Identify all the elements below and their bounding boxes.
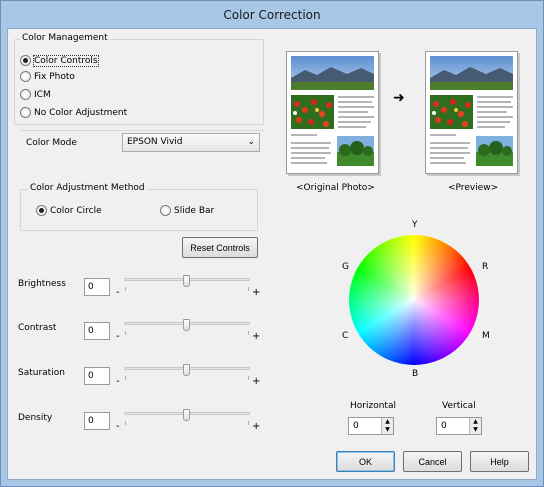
- color-mode-value: EPSON Vivid: [127, 137, 183, 147]
- original-photo-label: <Original Photo>: [296, 183, 375, 193]
- vertical-label: Vertical: [442, 401, 476, 411]
- brightness-plus: +: [252, 287, 261, 298]
- preview-thumbnail: [425, 51, 518, 174]
- photo-page-icon: [291, 56, 374, 166]
- color-circle-label-y: Y: [412, 220, 418, 230]
- contrast-slider-thumb[interactable]: [183, 319, 190, 331]
- arrow-down-icon[interactable]: ▼: [382, 426, 393, 434]
- vertical-stepper[interactable]: 0 ▲ ▼: [436, 417, 482, 435]
- vertical-value: 0: [441, 421, 447, 431]
- horizontal-value: 0: [353, 421, 359, 431]
- radio-fix-photo[interactable]: Fix Photo: [20, 71, 75, 82]
- slider-row-saturation: Saturation 0 - +: [8, 364, 268, 388]
- saturation-input[interactable]: 0: [84, 367, 110, 385]
- dialog-body: Color Management Color Controls Fix Phot…: [7, 28, 537, 480]
- density-slider-thumb[interactable]: [183, 409, 190, 421]
- radio-label: Slide Bar: [174, 205, 215, 216]
- tick: [248, 421, 249, 425]
- slider-row-density: Density 0 - +: [8, 409, 268, 433]
- stepper-arrows[interactable]: ▲ ▼: [381, 418, 393, 434]
- saturation-minus: -: [116, 376, 120, 387]
- density-minus: -: [116, 421, 120, 432]
- contrast-label: Contrast: [18, 323, 57, 333]
- reset-controls-button[interactable]: Reset Controls: [182, 237, 258, 258]
- help-button[interactable]: Help: [470, 451, 529, 472]
- radio-label: Color Circle: [50, 205, 102, 216]
- radio-dot-selected: [36, 205, 47, 216]
- slider-row-contrast: Contrast 0 - +: [8, 319, 268, 343]
- color-circle-label-b: B: [412, 369, 419, 379]
- contrast-plus: +: [252, 331, 261, 342]
- color-circle-label-m: M: [482, 331, 490, 341]
- saturation-plus: +: [252, 376, 261, 387]
- radio-label: ICM: [34, 89, 51, 100]
- tick: [125, 376, 126, 380]
- color-circle[interactable]: +: [349, 235, 479, 365]
- tick: [125, 421, 126, 425]
- density-input[interactable]: 0: [84, 412, 110, 430]
- horizontal-stepper[interactable]: 0 ▲ ▼: [348, 417, 394, 435]
- brightness-label: Brightness: [18, 279, 66, 289]
- ok-button[interactable]: OK: [336, 451, 395, 472]
- original-photo-thumbnail: [286, 51, 379, 174]
- contrast-input[interactable]: 0: [84, 322, 110, 340]
- color-correction-window: Color Correction Color Management Color …: [0, 0, 544, 487]
- radio-label: No Color Adjustment: [34, 107, 128, 118]
- arrow-down-icon[interactable]: ▼: [470, 426, 481, 434]
- saturation-slider-thumb[interactable]: [183, 364, 190, 376]
- radio-dot: [20, 89, 31, 100]
- arrow-right-icon: ➜: [393, 90, 405, 106]
- tick: [125, 287, 126, 291]
- color-mode-label: Color Mode: [26, 138, 77, 148]
- radio-dot: [20, 71, 31, 82]
- color-circle-label-c: C: [342, 331, 349, 341]
- density-plus: +: [252, 421, 261, 432]
- density-label: Density: [18, 413, 53, 423]
- photo-page-icon: [430, 56, 513, 166]
- tick: [248, 376, 249, 380]
- preview-label: <Preview>: [448, 183, 499, 193]
- color-circle-label-g: G: [342, 262, 349, 272]
- radio-color-circle[interactable]: Color Circle: [36, 205, 102, 216]
- adjustment-method-legend: Color Adjustment Method: [28, 183, 147, 193]
- radio-label: Color Controls: [33, 54, 99, 67]
- color-management-legend: Color Management: [20, 33, 110, 43]
- brightness-minus: -: [116, 287, 120, 298]
- arrow-up-icon[interactable]: ▲: [470, 418, 481, 426]
- tick: [125, 331, 126, 335]
- crosshair-icon[interactable]: +: [409, 293, 418, 304]
- stepper-arrows[interactable]: ▲ ▼: [469, 418, 481, 434]
- cancel-button[interactable]: Cancel: [403, 451, 462, 472]
- slider-row-brightness: Brightness 0 - +: [8, 275, 268, 299]
- brightness-input[interactable]: 0: [84, 278, 110, 296]
- brightness-slider-thumb[interactable]: [183, 275, 190, 287]
- saturation-label: Saturation: [18, 368, 65, 378]
- tick: [248, 331, 249, 335]
- radio-color-controls[interactable]: Color Controls: [20, 54, 99, 67]
- radio-icm[interactable]: ICM: [20, 89, 51, 100]
- radio-label: Fix Photo: [34, 71, 75, 82]
- radio-dot: [160, 205, 171, 216]
- color-circle-label-r: R: [482, 262, 489, 272]
- contrast-minus: -: [116, 331, 120, 342]
- radio-dot-selected: [20, 55, 31, 66]
- arrow-up-icon[interactable]: ▲: [382, 418, 393, 426]
- radio-no-color-adjustment[interactable]: No Color Adjustment: [20, 107, 127, 118]
- window-title: Color Correction: [223, 8, 321, 22]
- tick: [248, 287, 249, 291]
- chevron-down-icon: ⌄: [247, 137, 255, 147]
- radio-slide-bar[interactable]: Slide Bar: [160, 205, 214, 216]
- color-mode-select[interactable]: EPSON Vivid ⌄: [122, 133, 260, 152]
- horizontal-label: Horizontal: [350, 401, 396, 411]
- radio-dot: [20, 107, 31, 118]
